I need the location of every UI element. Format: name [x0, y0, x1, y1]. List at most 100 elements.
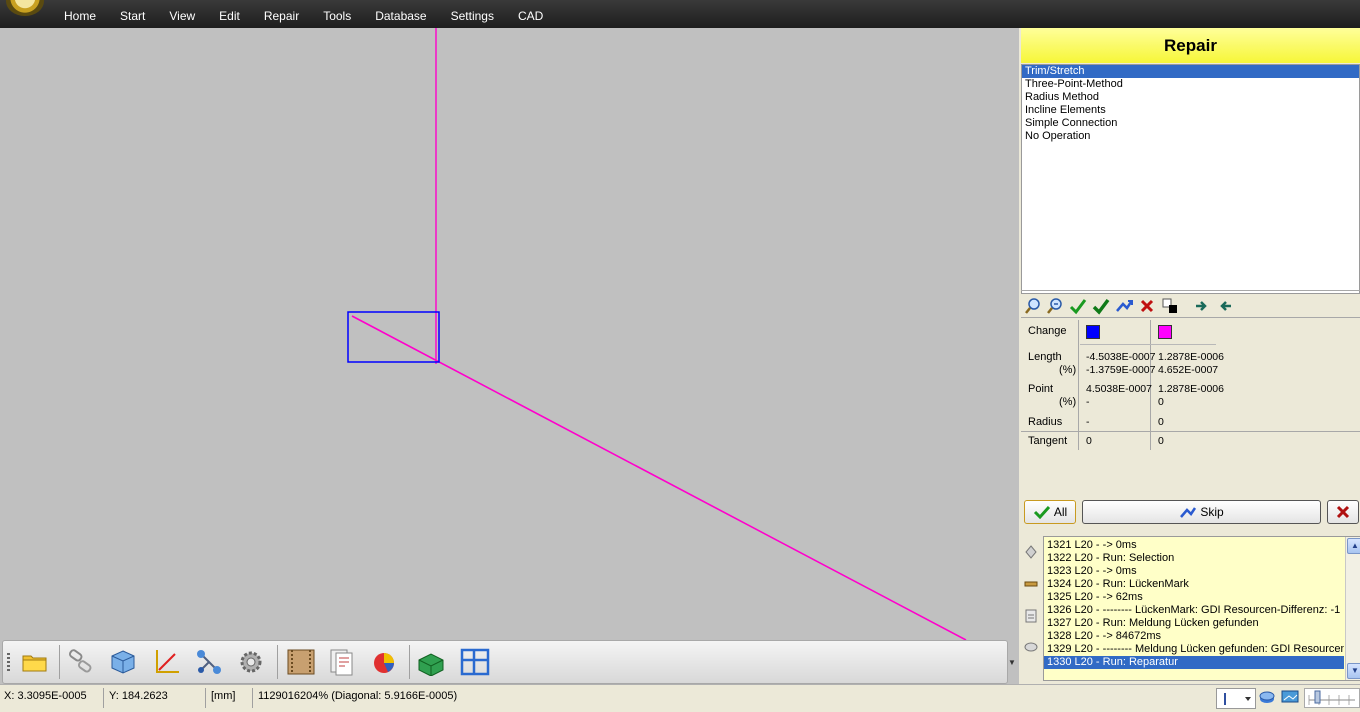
length-pct-b-value: 4.652E-0007 [1158, 364, 1219, 376]
method-item[interactable]: Incline Elements [1022, 104, 1359, 117]
line-style-dropdown[interactable] [1216, 688, 1256, 709]
scroll-up-icon[interactable]: ▲ [1347, 538, 1360, 554]
change-header-label: Change [1028, 325, 1067, 337]
scroll-down-icon[interactable]: ▼ [1347, 663, 1360, 679]
all-button[interactable]: All [1024, 500, 1076, 524]
log-line[interactable]: 1323 L20 - -> 0ms [1044, 565, 1344, 578]
log-list[interactable]: 1321 L20 - -> 0ms 1322 L20 - Run: Select… [1043, 536, 1360, 681]
cancel-button[interactable] [1327, 500, 1359, 524]
divider [1021, 290, 1360, 291]
diagonal-element-line[interactable] [351, 315, 967, 640]
pie-icon[interactable] [369, 646, 401, 678]
layers-icon[interactable] [1258, 689, 1276, 707]
log-line[interactable]: 1322 L20 - Run: Selection [1044, 552, 1344, 565]
status-bar: X: 3.3095E-0005 Y: 184.2623 [mm] 1129016… [0, 684, 1360, 712]
folder-icon[interactable] [19, 646, 51, 678]
column-divider [1078, 320, 1079, 450]
toolbar-separator [277, 645, 278, 679]
point-percent-label: (%) [1059, 396, 1077, 408]
toolbar-separator [59, 645, 60, 679]
element-a-color-swatch [1086, 325, 1100, 339]
point-pct-a-value: - [1086, 396, 1090, 408]
point-b-value: 1.2878E-0006 [1158, 383, 1224, 395]
log-line[interactable]: 1324 L20 - Run: LückenMark [1044, 578, 1344, 591]
menu-tools[interactable]: Tools [311, 0, 363, 28]
toolbar-separator [409, 645, 410, 679]
menubar: Home Start View Edit Repair Tools Databa… [0, 0, 1360, 28]
app-logo-icon[interactable] [6, 0, 44, 16]
log-line[interactable]: 1328 L20 - -> 84672ms [1044, 630, 1344, 643]
ruler-tab-icon[interactable] [1021, 570, 1041, 598]
divider [1021, 431, 1360, 432]
menu-edit[interactable]: Edit [207, 0, 252, 28]
check-icon [1033, 505, 1050, 519]
skip-button[interactable]: Skip [1082, 500, 1321, 524]
menu-home[interactable]: Home [52, 0, 108, 28]
method-item[interactable]: Simple Connection [1022, 117, 1359, 130]
calculator-tab-icon[interactable] [1021, 602, 1041, 630]
status-unit: [mm] [211, 690, 236, 702]
node-icon[interactable] [193, 646, 225, 678]
log-scrollbar[interactable]: ▲ ▼ [1345, 537, 1360, 680]
log-line[interactable]: 1321 L20 - -> 0ms [1044, 539, 1344, 552]
monitor-icon[interactable] [1280, 689, 1300, 707]
toolbar-grip-icon[interactable] [7, 653, 10, 671]
method-item[interactable]: Three-Point-Method [1022, 78, 1359, 91]
close-icon [1336, 505, 1350, 519]
menu-settings[interactable]: Settings [439, 0, 506, 28]
status-separator [252, 688, 253, 708]
log-line[interactable]: 1326 L20 - -------- LückenMark: GDI Reso… [1044, 604, 1344, 617]
divider [1080, 344, 1216, 345]
radius-b-value: 0 [1158, 416, 1164, 428]
toolbar-overflow-icon[interactable]: ▼ [1007, 658, 1017, 672]
length-b-value: 1.2878E-0006 [1158, 351, 1224, 363]
tangent-a-value: 0 [1086, 435, 1092, 447]
menu-database[interactable]: Database [363, 0, 438, 28]
skip-arrow-icon [1180, 507, 1197, 518]
bottom-toolbar: ▼ [0, 640, 1018, 684]
method-item[interactable]: Trim/Stretch [1022, 65, 1359, 78]
axis-icon[interactable] [151, 646, 183, 678]
zoom-slider[interactable] [1304, 688, 1360, 708]
log-line[interactable]: 1325 L20 - -> 62ms [1044, 591, 1344, 604]
sheets-icon[interactable] [327, 646, 359, 678]
chain-icon[interactable] [65, 646, 97, 678]
tangent-b-value: 0 [1158, 435, 1164, 447]
gear-icon[interactable] [235, 646, 267, 678]
radius-label: Radius [1028, 416, 1063, 428]
point-label: Point [1028, 383, 1054, 395]
menu-repair[interactable]: Repair [252, 0, 311, 28]
repair-method-list[interactable]: Trim/Stretch Three-Point-Method Radius M… [1021, 64, 1360, 294]
log-line[interactable]: 1329 L20 - -------- Meldung Lücken gefun… [1044, 643, 1344, 656]
method-item[interactable]: Radius Method [1022, 91, 1359, 104]
cube-icon[interactable] [107, 646, 139, 678]
length-label: Length [1028, 351, 1062, 363]
drawing-svg [347, 28, 967, 640]
method-item[interactable]: No Operation [1022, 130, 1359, 143]
log-line[interactable]: 1327 L20 - Run: Meldung Lücken gefunden [1044, 617, 1344, 630]
log-line[interactable]: 1330 L20 - Run: Reparatur [1044, 656, 1344, 669]
line-style-icon [1224, 693, 1251, 705]
menu-start[interactable]: Start [108, 0, 157, 28]
length-percent-label: (%) [1059, 364, 1077, 376]
tangent-label: Tangent [1028, 435, 1068, 447]
action-button-row: All Skip [1021, 498, 1360, 524]
status-separator [103, 688, 104, 708]
skip-button-label: Skip [1200, 505, 1224, 519]
menu-cad[interactable]: CAD [506, 0, 555, 28]
repair-panel: Repair Trim/Stretch Three-Point-Method R… [1019, 28, 1360, 684]
toolbar-strip [2, 640, 1008, 684]
machine-icon[interactable] [415, 646, 447, 678]
log-lines: 1321 L20 - -> 0ms 1322 L20 - Run: Select… [1044, 539, 1344, 669]
film-icon[interactable] [285, 646, 317, 678]
pin-tab-icon[interactable] [1021, 538, 1041, 566]
drawing-canvas[interactable] [0, 28, 1018, 640]
all-button-label: All [1053, 505, 1068, 519]
menu-list: Home Start View Edit Repair Tools Databa… [52, 0, 555, 28]
log-side-tabs [1019, 534, 1042, 684]
menu-view[interactable]: View [157, 0, 207, 28]
panel-title: Repair [1021, 28, 1360, 63]
message-tab-icon[interactable] [1021, 634, 1041, 662]
status-y-coordinate: Y: 184.2623 [109, 690, 168, 702]
layout-icon[interactable] [459, 646, 491, 678]
